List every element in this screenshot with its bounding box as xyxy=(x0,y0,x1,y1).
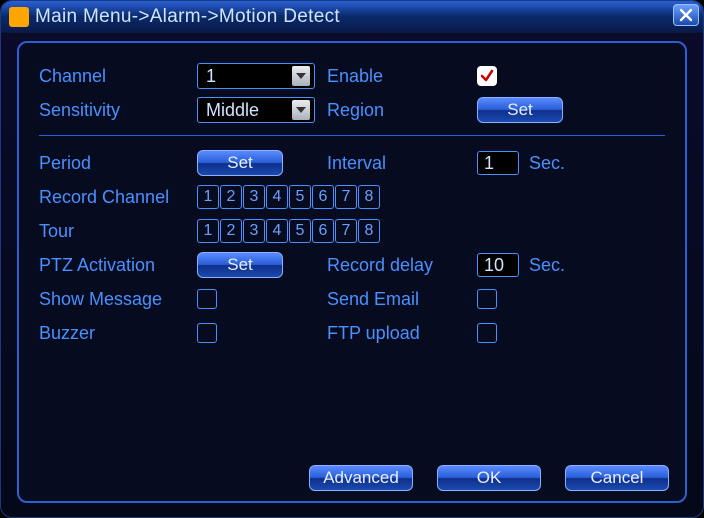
tour-cell-6[interactable]: 6 xyxy=(312,219,334,243)
show-message-label: Show Message xyxy=(39,289,197,310)
record-channel-cell-3[interactable]: 3 xyxy=(243,185,265,209)
tour-cell-2[interactable]: 2 xyxy=(220,219,242,243)
sensitivity-dropdown[interactable]: Middle xyxy=(197,97,315,123)
tour-cell-1[interactable]: 1 xyxy=(197,219,219,243)
ok-button[interactable]: OK xyxy=(437,465,541,491)
record-channel-cell-2[interactable]: 2 xyxy=(220,185,242,209)
channel-label: Channel xyxy=(39,66,197,87)
record-delay-label: Record delay xyxy=(327,255,477,276)
record-channel-group: 12345678 xyxy=(197,185,380,209)
channel-dropdown[interactable]: 1 xyxy=(197,63,315,89)
record-channel-cell-7[interactable]: 7 xyxy=(335,185,357,209)
sensitivity-value: Middle xyxy=(206,100,259,121)
period-label: Period xyxy=(39,153,197,174)
period-set-button[interactable]: Set xyxy=(197,150,283,176)
app-icon xyxy=(9,7,29,27)
dialog-body: Channel 1 Enable Sensitivity Mi xyxy=(17,41,687,503)
tour-label: Tour xyxy=(39,221,197,242)
record-channel-cell-1[interactable]: 1 xyxy=(197,185,219,209)
enable-label: Enable xyxy=(327,66,477,87)
ftp-upload-checkbox[interactable] xyxy=(477,323,497,343)
interval-input[interactable]: 1 xyxy=(477,151,519,175)
divider xyxy=(39,135,665,136)
ftp-upload-label: FTP upload xyxy=(327,323,477,344)
show-message-checkbox[interactable] xyxy=(197,289,217,309)
tour-cell-8[interactable]: 8 xyxy=(358,219,380,243)
footer-buttons: Advanced OK Cancel xyxy=(309,465,669,491)
tour-group: 12345678 xyxy=(197,219,380,243)
region-set-button[interactable]: Set xyxy=(477,97,563,123)
buzzer-label: Buzzer xyxy=(39,323,197,344)
tour-cell-5[interactable]: 5 xyxy=(289,219,311,243)
sensitivity-label: Sensitivity xyxy=(39,100,197,121)
ptz-label: PTZ Activation xyxy=(39,255,197,276)
window-title: Main Menu->Alarm->Motion Detect xyxy=(35,6,340,28)
close-icon xyxy=(679,8,693,22)
close-button[interactable] xyxy=(673,4,699,26)
tour-cell-7[interactable]: 7 xyxy=(335,219,357,243)
advanced-button[interactable]: Advanced xyxy=(309,465,413,491)
motion-detect-dialog: Main Menu->Alarm->Motion Detect Channel … xyxy=(0,0,704,518)
cancel-button[interactable]: Cancel xyxy=(565,465,669,491)
record-channel-cell-4[interactable]: 4 xyxy=(266,185,288,209)
chevron-down-icon xyxy=(292,66,310,86)
buzzer-checkbox[interactable] xyxy=(197,323,217,343)
send-email-checkbox[interactable] xyxy=(477,289,497,309)
record-channel-cell-5[interactable]: 5 xyxy=(289,185,311,209)
interval-label: Interval xyxy=(327,153,477,174)
send-email-label: Send Email xyxy=(327,289,477,310)
tour-cell-4[interactable]: 4 xyxy=(266,219,288,243)
region-label: Region xyxy=(327,100,477,121)
interval-suffix: Sec. xyxy=(529,153,565,174)
record-delay-suffix: Sec. xyxy=(529,255,565,276)
check-icon xyxy=(479,68,495,84)
titlebar: Main Menu->Alarm->Motion Detect xyxy=(1,1,703,33)
record-channel-cell-8[interactable]: 8 xyxy=(358,185,380,209)
channel-value: 1 xyxy=(206,66,216,87)
record-channel-cell-6[interactable]: 6 xyxy=(312,185,334,209)
chevron-down-icon xyxy=(292,100,310,120)
tour-cell-3[interactable]: 3 xyxy=(243,219,265,243)
record-delay-input[interactable]: 10 xyxy=(477,253,519,277)
ptz-set-button[interactable]: Set xyxy=(197,252,283,278)
enable-checkbox[interactable] xyxy=(477,66,497,86)
record-channel-label: Record Channel xyxy=(39,187,197,208)
